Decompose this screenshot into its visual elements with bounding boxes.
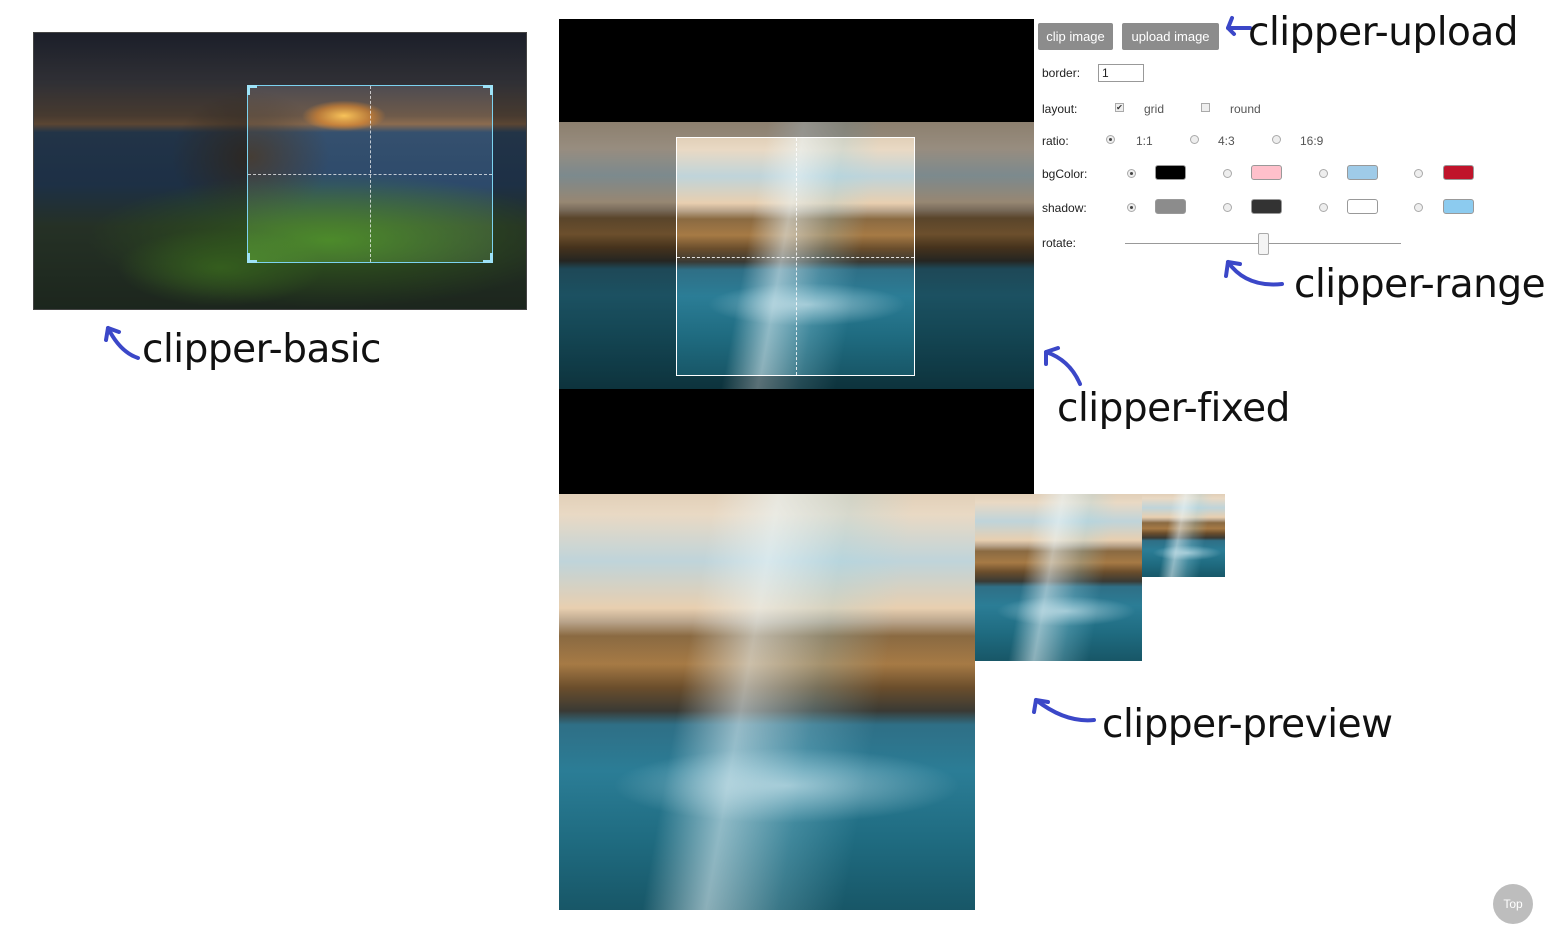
border-label: border: bbox=[1042, 66, 1081, 80]
ratio-label: ratio: bbox=[1042, 134, 1069, 148]
shadow-label: shadow: bbox=[1042, 201, 1087, 215]
bgcolor-black-swatch[interactable] bbox=[1155, 165, 1186, 180]
ratio-1-1-label: 1:1 bbox=[1136, 134, 1153, 148]
layout-grid-checkbox[interactable]: ✔ bbox=[1115, 103, 1124, 112]
crop-handle-top-right[interactable] bbox=[483, 85, 493, 95]
upload-image-button[interactable]: upload image bbox=[1122, 23, 1219, 50]
bgcolor-pink-swatch[interactable] bbox=[1251, 165, 1282, 180]
shadow-white-radio[interactable] bbox=[1319, 203, 1328, 212]
bgcolor-lightblue-swatch[interactable] bbox=[1347, 165, 1378, 180]
shadow-skyblue-radio[interactable] bbox=[1414, 203, 1423, 212]
annotation-clipper-basic: clipper-basic bbox=[142, 327, 381, 372]
ratio-1-1-radio[interactable] bbox=[1106, 135, 1115, 144]
crop-box[interactable] bbox=[247, 85, 493, 263]
arrow-icon bbox=[1044, 346, 1082, 386]
crop-handle-top-left[interactable] bbox=[247, 85, 257, 95]
layout-round-label: round bbox=[1230, 102, 1261, 116]
ratio-16-9-radio[interactable] bbox=[1272, 135, 1281, 144]
annotation-clipper-preview: clipper-preview bbox=[1102, 702, 1393, 747]
layout-grid-label: grid bbox=[1144, 102, 1165, 116]
preview-small-image bbox=[1142, 494, 1225, 577]
arrow-icon bbox=[1032, 698, 1096, 723]
bgcolor-label: bgColor: bbox=[1042, 167, 1088, 181]
layout-round-checkbox[interactable] bbox=[1201, 103, 1210, 112]
shadow-white-swatch[interactable] bbox=[1347, 199, 1378, 214]
bgcolor-pink-radio[interactable] bbox=[1223, 169, 1232, 178]
annotation-clipper-fixed: clipper-fixed bbox=[1057, 386, 1290, 431]
bgcolor-red-radio[interactable] bbox=[1414, 169, 1423, 178]
bgcolor-black-radio[interactable] bbox=[1127, 169, 1136, 178]
shadow-gray-swatch[interactable] bbox=[1155, 199, 1186, 214]
shadow-skyblue-swatch[interactable] bbox=[1443, 199, 1474, 214]
bgcolor-lightblue-radio[interactable] bbox=[1319, 169, 1328, 178]
annotation-clipper-upload: clipper-upload bbox=[1248, 10, 1519, 55]
fixed-crop-box[interactable] bbox=[676, 137, 915, 376]
ratio-4-3-radio[interactable] bbox=[1190, 135, 1199, 144]
layout-label: layout: bbox=[1042, 102, 1078, 116]
crop-handle-bottom-right[interactable] bbox=[483, 253, 493, 263]
preview-medium-image bbox=[975, 494, 1142, 661]
preview-large bbox=[559, 494, 975, 910]
bgcolor-red-swatch[interactable] bbox=[1443, 165, 1474, 180]
ratio-16-9-label: 16:9 bbox=[1300, 134, 1324, 148]
arrow-icon bbox=[1224, 260, 1284, 287]
preview-medium bbox=[975, 494, 1142, 661]
preview-large-image bbox=[559, 494, 975, 910]
annotation-clipper-range: clipper-range bbox=[1294, 262, 1546, 307]
arrow-icon bbox=[104, 326, 140, 360]
shadow-dark-swatch[interactable] bbox=[1251, 199, 1282, 214]
preview-small bbox=[1142, 494, 1225, 577]
crop-grid-vertical bbox=[795, 138, 797, 375]
clip-image-button[interactable]: clip image bbox=[1038, 23, 1113, 50]
shadow-gray-radio[interactable] bbox=[1127, 203, 1136, 212]
clipper-basic[interactable] bbox=[33, 32, 527, 310]
border-input[interactable] bbox=[1098, 64, 1144, 82]
rotate-slider-thumb[interactable] bbox=[1257, 233, 1269, 255]
crop-grid-vertical bbox=[370, 86, 371, 262]
ratio-4-3-label: 4:3 bbox=[1218, 134, 1235, 148]
clipper-fixed[interactable] bbox=[559, 19, 1034, 494]
crop-handle-bottom-left[interactable] bbox=[247, 253, 257, 263]
back-to-top-button[interactable]: Top bbox=[1493, 884, 1533, 924]
shadow-dark-radio[interactable] bbox=[1223, 203, 1232, 212]
rotate-label: rotate: bbox=[1042, 236, 1077, 250]
